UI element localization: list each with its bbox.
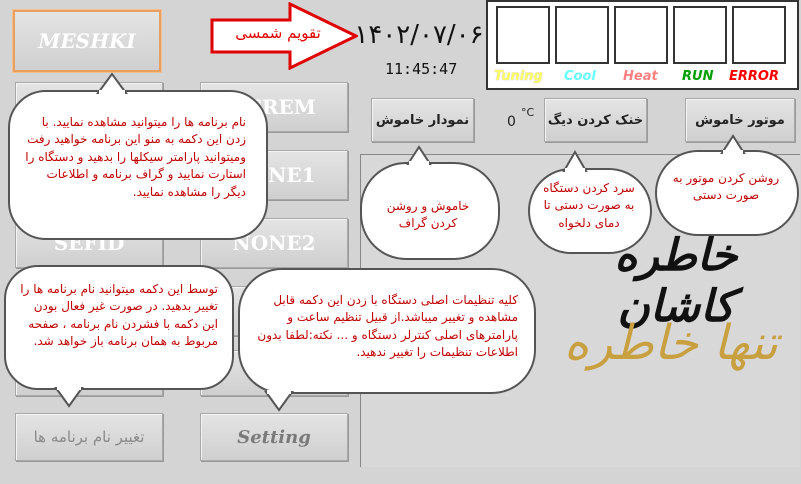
tooltip-cooling-tail <box>562 150 588 172</box>
tooltip-programs-tail <box>96 72 128 94</box>
status-label-error: ERROR <box>729 69 779 84</box>
tooltip-cooling-text: سرد کردن دستگاه به صورت دستی تا دمای دلخ… <box>543 181 635 230</box>
tooltip-rename-text: توسط این دکمه میتوانید نام برنامه ها را … <box>20 282 218 349</box>
clock-time: 11:45:47 <box>385 60 458 78</box>
status-box-tuning <box>496 6 550 64</box>
temperature-unit: °C <box>521 106 535 119</box>
tooltip-cooling: سرد کردن دستگاه به صورت دستی تا دمای دلخ… <box>528 168 652 254</box>
status-box-heat <box>614 6 668 64</box>
tooltip-programs: نام برنامه ها را میتوانید مشاهده نمایید.… <box>8 90 268 240</box>
setting-button[interactable]: Setting <box>200 413 348 461</box>
status-box-error <box>732 6 786 64</box>
temperature-value: 0 <box>507 114 516 130</box>
tooltip-motor: روشن کردن موتور به صورت دستی <box>655 150 799 236</box>
tooltip-rename-tail <box>54 386 84 408</box>
tooltip-motor-text: روشن کردن موتور به صورت دستی <box>672 171 780 203</box>
status-label-run: RUN <box>682 69 714 84</box>
persian-date: ۱۴۰۲/۰۷/۰۶ <box>354 20 484 50</box>
status-label-cool: Cool <box>564 69 596 84</box>
tooltip-settings-tail <box>264 390 294 412</box>
status-label-heat: Heat <box>623 69 658 84</box>
tooltip-graph: خاموش و روشن کردن گراف <box>360 162 500 260</box>
tooltip-motor-tail <box>720 134 746 154</box>
status-label-tuning: Tuning <box>494 69 543 84</box>
tooltip-graph-tail <box>406 145 432 165</box>
tooltip-programs-text: نام برنامه ها را میتوانید مشاهده نمایید.… <box>25 115 246 199</box>
calendar-label: تقویم شمسی <box>235 24 321 42</box>
graph-off-button[interactable]: نمودار خاموش <box>371 98 474 142</box>
rename-programs-button[interactable]: تغییر نام برنامه ها <box>15 413 163 461</box>
tooltip-settings-text: کلیه تنظیمات اصلی دستگاه با زدن این دکمه… <box>257 293 518 360</box>
boiler-cooling-button[interactable]: خنک کردن دیگ <box>544 98 647 142</box>
status-box-run <box>673 6 727 64</box>
tooltip-settings: کلیه تنظیمات اصلی دستگاه با زدن این دکمه… <box>238 268 536 394</box>
tooltip-graph-text: خاموش و روشن کردن گراف <box>386 199 470 231</box>
tooltip-rename: توسط این دکمه میتوانید نام برنامه ها را … <box>4 265 234 390</box>
program-button-meshki[interactable]: MESHKI <box>13 10 161 72</box>
status-panel: Tuning Cool Heat RUN ERROR <box>486 0 799 90</box>
status-box-cool <box>555 6 609 64</box>
logo-calligraphy-line2: تنها خاطره <box>564 315 778 371</box>
